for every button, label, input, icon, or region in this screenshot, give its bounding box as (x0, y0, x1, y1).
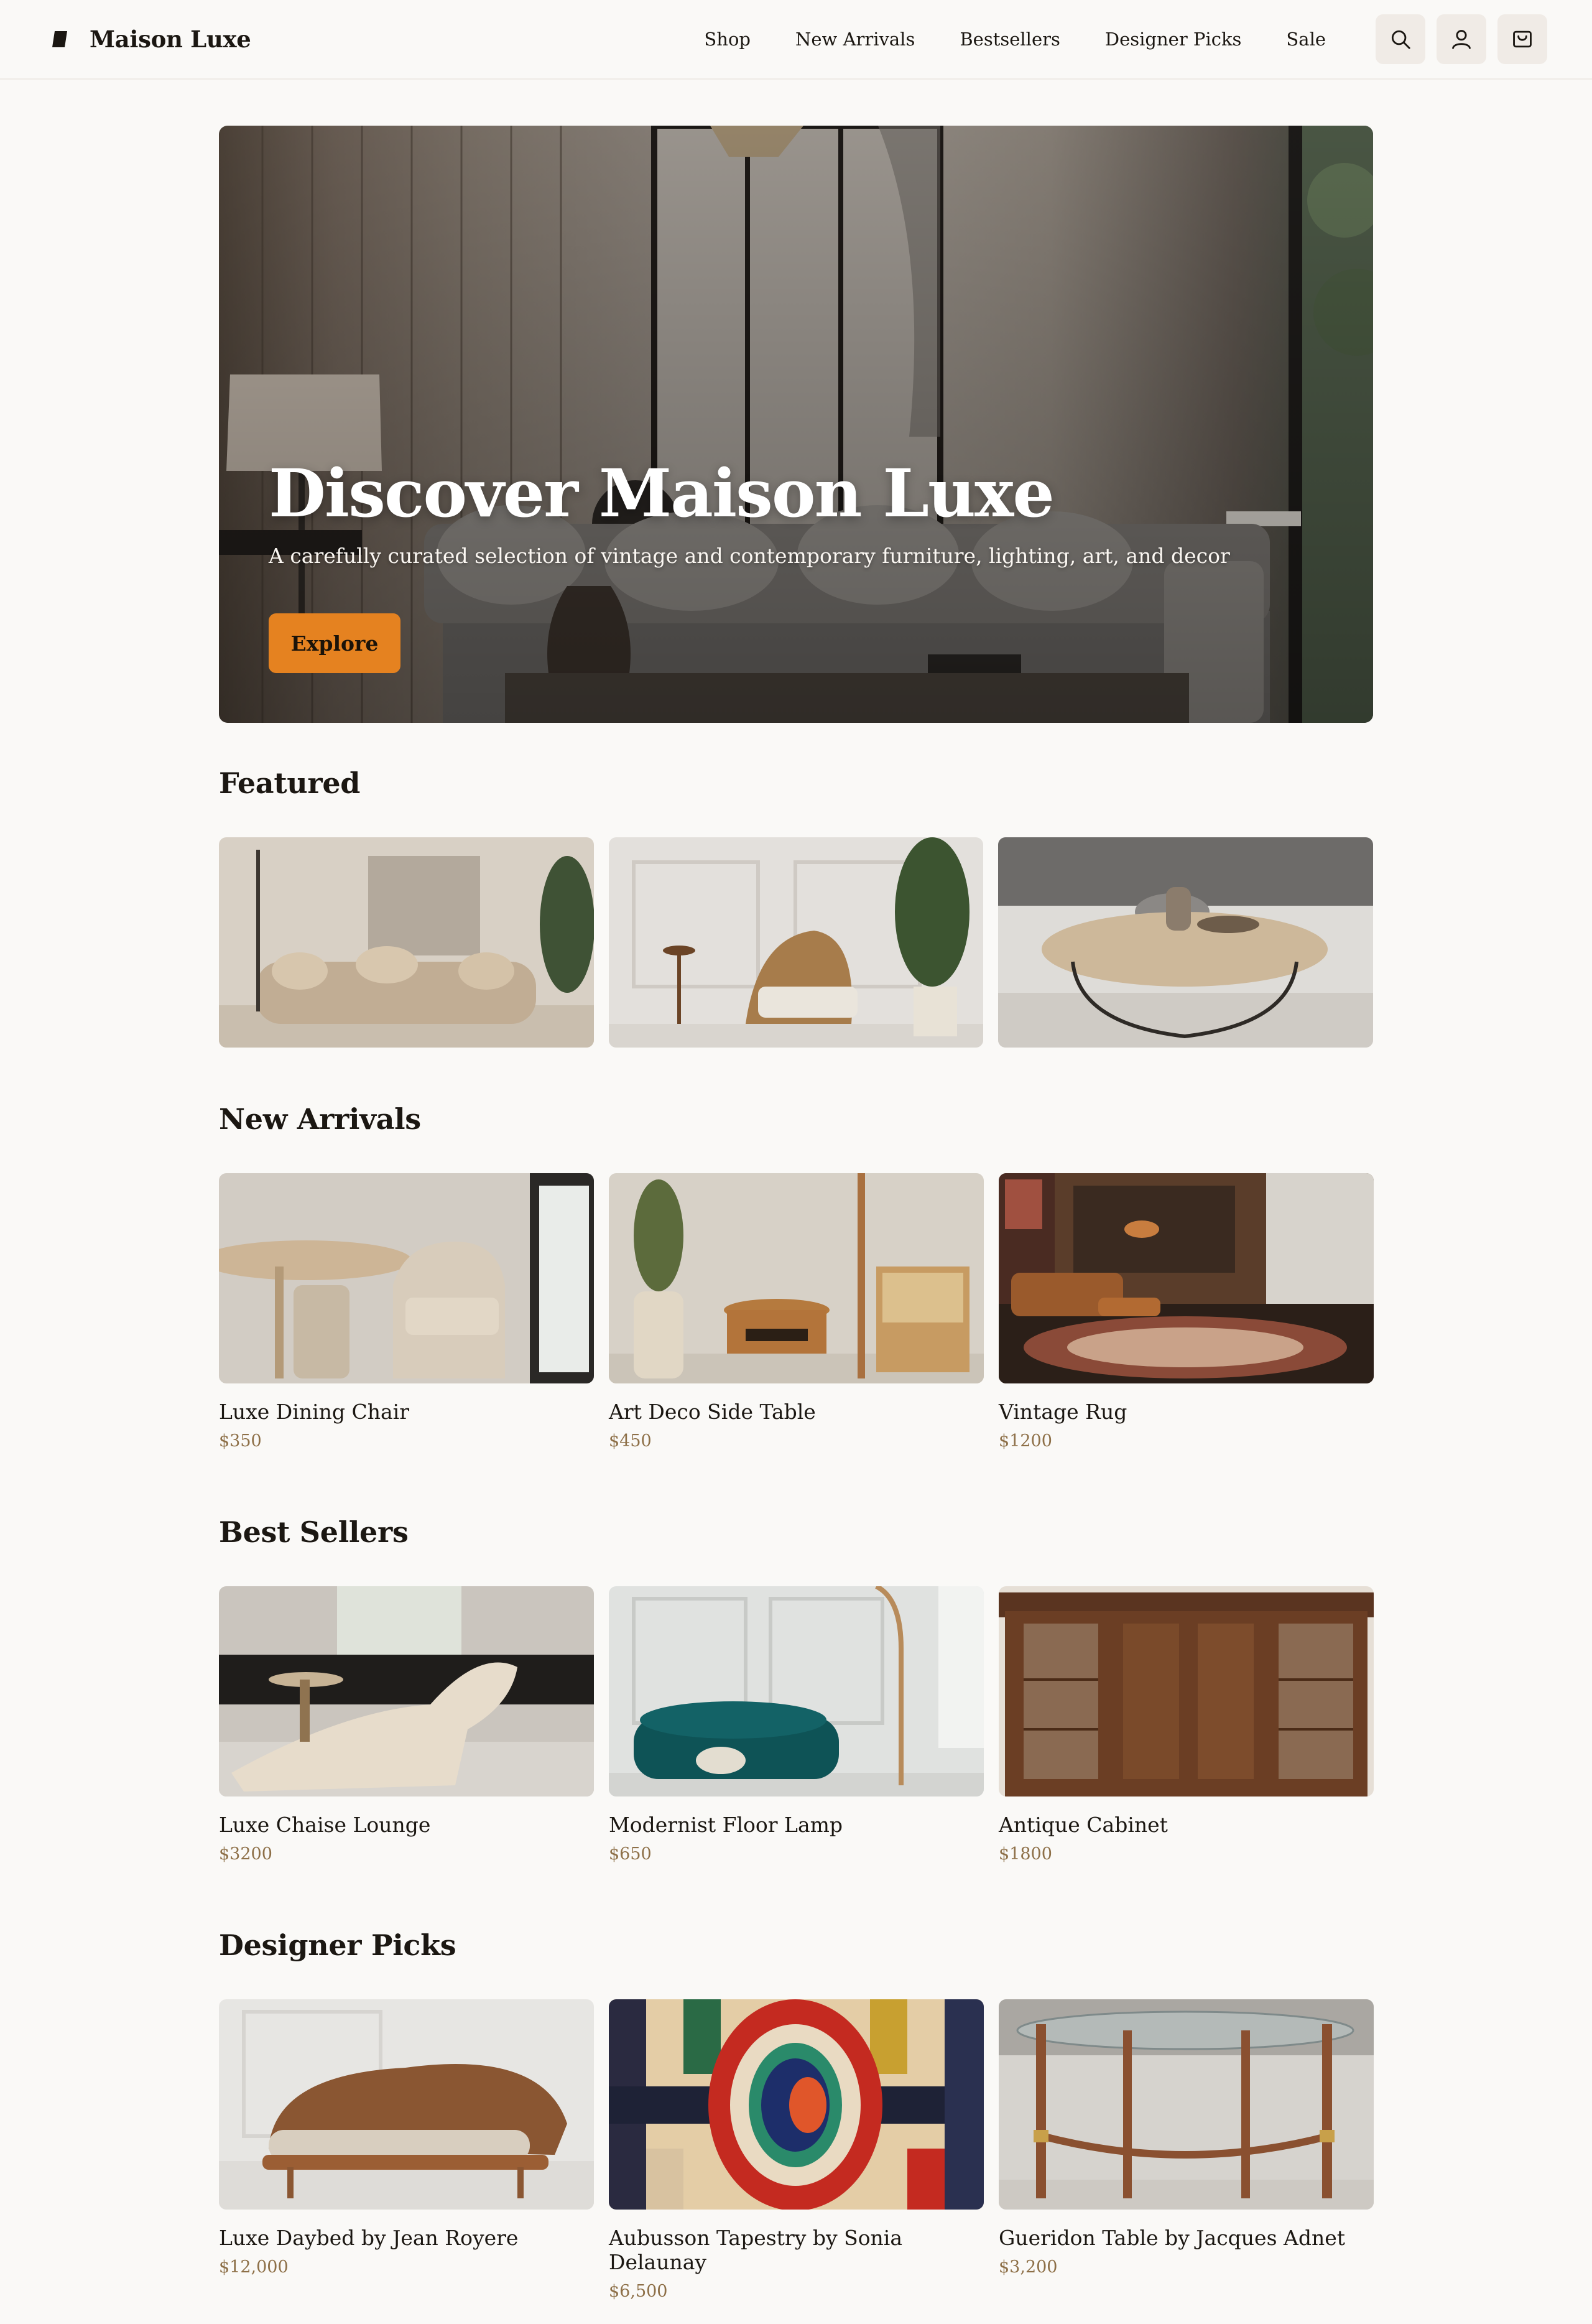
product-image[interactable] (219, 1999, 594, 2210)
product-name[interactable]: Luxe Daybed by Jean Royere (219, 2226, 594, 2250)
best-sellers-section-title: Best Sellers (219, 1515, 409, 1549)
nav-sale[interactable]: Sale (1286, 29, 1326, 50)
nav-bestsellers[interactable]: Bestsellers (960, 29, 1060, 50)
product-name[interactable]: Gueridon Table by Jacques Adnet (999, 2226, 1374, 2250)
brand-mark-icon (52, 31, 67, 47)
product-price: $3,200 (999, 2257, 1058, 2277)
product-price: $6,500 (609, 2282, 668, 2301)
designer-picks-row: Luxe Daybed by Jean Royere $12,000 Aubus… (219, 1999, 1374, 2301)
header-actions (1364, 14, 1547, 64)
nav-shop[interactable]: Shop (704, 29, 751, 50)
main-nav: Shop New Arrivals Bestsellers Designer P… (659, 14, 1547, 64)
product-price: $650 (609, 1844, 652, 1864)
product-card[interactable]: Luxe Dining Chair $350 (219, 1173, 594, 1451)
main-content: Discover Maison Luxe A carefully curated… (219, 126, 1374, 2301)
product-name[interactable]: Art Deco Side Table (609, 1400, 984, 1424)
product-card[interactable]: Gueridon Table by Jacques Adnet $3,200 (999, 1999, 1374, 2301)
product-card[interactable]: Luxe Daybed by Jean Royere $12,000 (219, 1999, 594, 2301)
product-image[interactable] (999, 1586, 1374, 1796)
product-image[interactable] (999, 1999, 1374, 2210)
brand[interactable]: Maison Luxe (51, 26, 251, 53)
product-card[interactable]: Art Deco Side Table $450 (609, 1173, 984, 1451)
product-name[interactable]: Modernist Floor Lamp (609, 1813, 984, 1837)
search-button[interactable] (1376, 14, 1425, 64)
product-price: $12,000 (219, 2257, 289, 2277)
product-card[interactable]: Luxe Chaise Lounge $3200 (219, 1586, 594, 1864)
nav-new-arrivals[interactable]: New Arrivals (795, 29, 915, 50)
product-name[interactable]: Antique Cabinet (999, 1813, 1374, 1837)
featured-section-title: Featured (219, 766, 361, 800)
product-price: $3200 (219, 1844, 272, 1864)
product-price: $1800 (999, 1844, 1052, 1864)
designer-picks-section-title: Designer Picks (219, 1928, 456, 1962)
product-image[interactable] (609, 1173, 984, 1383)
search-icon (1391, 30, 1410, 49)
featured-armchair-image[interactable] (608, 837, 984, 1048)
product-price: $450 (609, 1431, 652, 1451)
explore-button[interactable]: Explore (269, 613, 400, 673)
product-image[interactable] (999, 1173, 1374, 1383)
featured-sofa-image[interactable] (219, 837, 594, 1048)
product-name[interactable]: Luxe Dining Chair (219, 1400, 594, 1424)
product-card[interactable]: Modernist Floor Lamp $650 (609, 1586, 984, 1864)
user-icon (1452, 30, 1471, 49)
hero-subtitle: A carefully curated selection of vintage… (269, 544, 1230, 568)
featured-row (219, 837, 1374, 1048)
product-card[interactable]: Aubusson Tapestry by Sonia Delaunay $6,5… (609, 1999, 984, 2301)
product-name[interactable]: Vintage Rug (999, 1400, 1374, 1424)
product-price: $1200 (999, 1431, 1052, 1451)
product-image[interactable] (219, 1586, 594, 1796)
account-button[interactable] (1437, 14, 1486, 64)
hero-banner: Discover Maison Luxe A carefully curated… (219, 126, 1373, 723)
product-image[interactable] (609, 1999, 984, 2210)
product-name[interactable]: Aubusson Tapestry by Sonia Delaunay (609, 2226, 984, 2274)
product-image[interactable] (219, 1173, 594, 1383)
product-card[interactable]: Vintage Rug $1200 (999, 1173, 1374, 1451)
product-card[interactable]: Antique Cabinet $1800 (999, 1586, 1374, 1864)
site-header: Maison Luxe Shop New Arrivals Bestseller… (0, 0, 1592, 80)
product-price: $350 (219, 1431, 262, 1451)
featured-coffee-table-image[interactable] (998, 837, 1374, 1048)
cart-button[interactable] (1497, 14, 1547, 64)
nav-designer-picks[interactable]: Designer Picks (1105, 29, 1242, 50)
product-image[interactable] (609, 1586, 984, 1796)
new-arrivals-row: Luxe Dining Chair $350 Art Deco Side Tab… (219, 1173, 1374, 1451)
new-arrivals-section-title: New Arrivals (219, 1102, 421, 1136)
best-sellers-row: Luxe Chaise Lounge $3200 Modernist Floor… (219, 1586, 1374, 1864)
hero-title: Discover Maison Luxe (269, 454, 1055, 532)
brand-name: Maison Luxe (90, 26, 251, 53)
cart-icon (1513, 30, 1532, 48)
product-name[interactable]: Luxe Chaise Lounge (219, 1813, 594, 1837)
